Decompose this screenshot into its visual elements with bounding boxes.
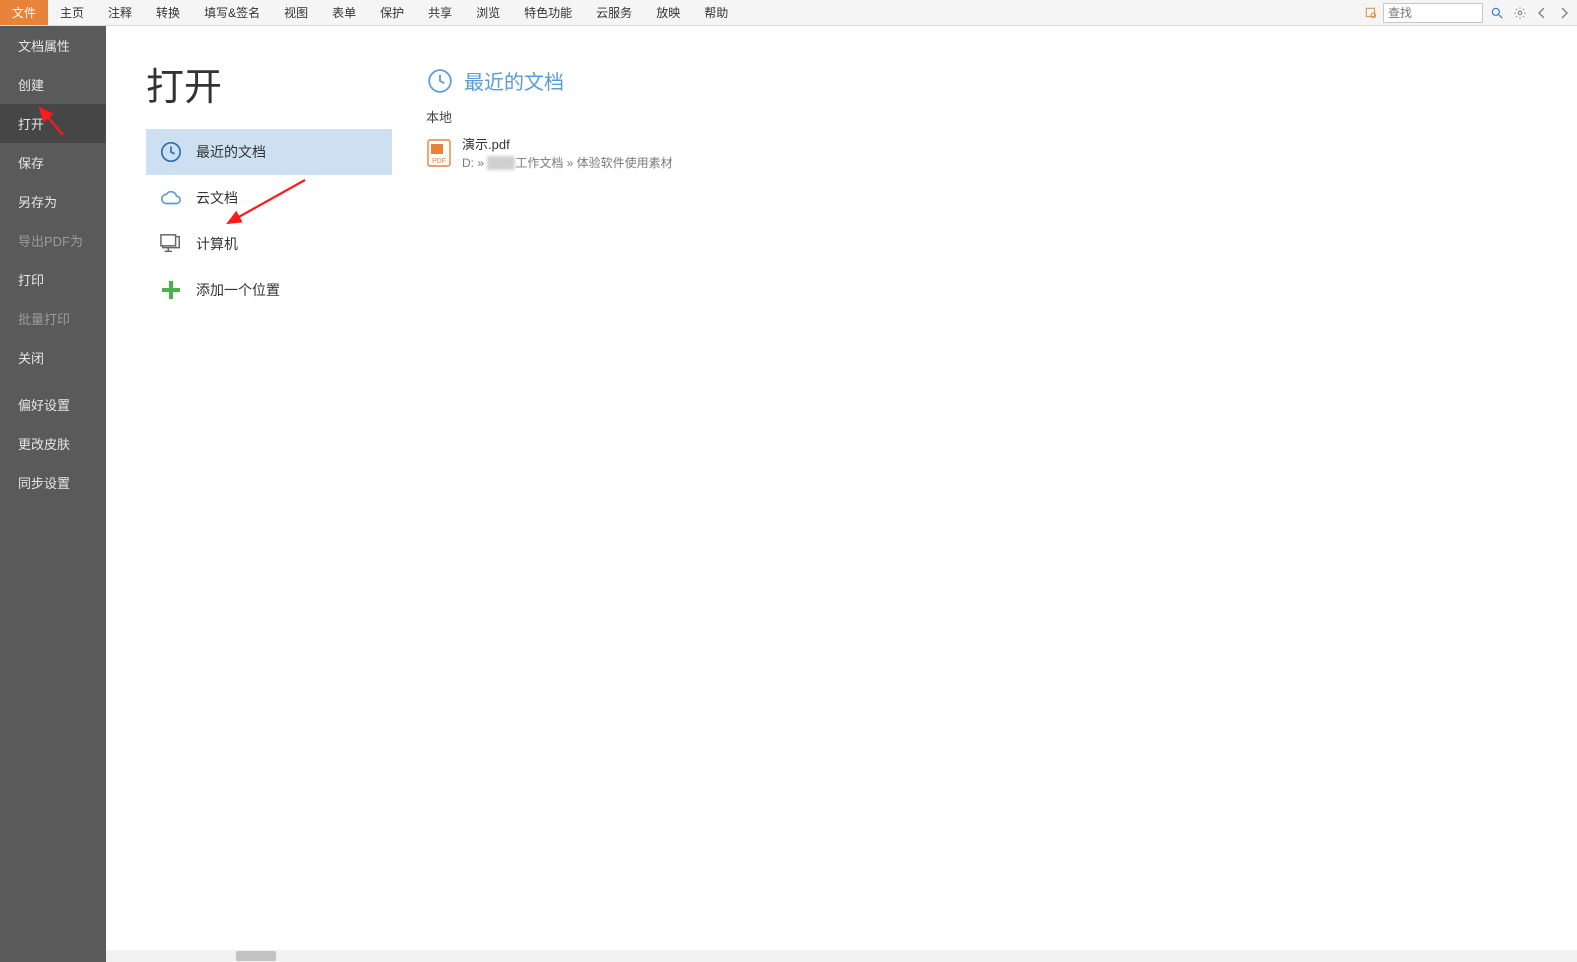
sidebar-item-2[interactable]: 打开: [0, 104, 106, 143]
file-sidebar: 文档属性创建打开保存另存为导出PDF为打印批量打印关闭偏好设置更改皮肤同步设置: [0, 26, 106, 962]
menu-tab-12[interactable]: 放映: [644, 0, 692, 25]
menu-tab-11[interactable]: 云服务: [584, 0, 644, 25]
sidebar-item-4[interactable]: 另存为: [0, 182, 106, 221]
clock-icon: [426, 67, 454, 95]
menu-tab-3[interactable]: 转换: [144, 0, 192, 25]
menu-tab-8[interactable]: 共享: [416, 0, 464, 25]
nav-back-icon[interactable]: [1533, 3, 1551, 23]
search-hint-icon: [1363, 5, 1379, 21]
search-input[interactable]: [1383, 3, 1483, 23]
sidebar-item-11[interactable]: 同步设置: [0, 463, 106, 502]
location-computer[interactable]: 计算机: [146, 221, 392, 267]
menu-tab-10[interactable]: 特色功能: [512, 0, 584, 25]
nav-forward-icon[interactable]: [1555, 3, 1573, 23]
location-label: 云文档: [196, 188, 238, 208]
menu-tab-6[interactable]: 表单: [320, 0, 368, 25]
menu-tab-2[interactable]: 注释: [96, 0, 144, 25]
sidebar-item-3[interactable]: 保存: [0, 143, 106, 182]
recent-documents-panel: 最近的文档 本地 PDF 演示.pdfD: » xx工作文档 » 体验软件使用素材: [392, 26, 1577, 962]
location-label: 计算机: [196, 234, 238, 254]
sidebar-item-8[interactable]: 关闭: [0, 338, 106, 377]
search-button[interactable]: [1487, 3, 1507, 23]
settings-icon[interactable]: [1511, 3, 1529, 23]
file-name: 演示.pdf: [462, 134, 673, 153]
sidebar-item-5: 导出PDF为: [0, 221, 106, 260]
menu-tab-1[interactable]: 主页: [48, 0, 96, 25]
menu-tab-7[interactable]: 保护: [368, 0, 416, 25]
file-list: PDF 演示.pdfD: » xx工作文档 » 体验软件使用素材: [426, 130, 1577, 175]
svg-text:PDF: PDF: [432, 158, 446, 165]
menu-tab-0[interactable]: 文件: [0, 0, 48, 25]
plus-icon: [160, 279, 182, 301]
horizontal-scrollbar[interactable]: [106, 950, 1577, 962]
menu-tab-4[interactable]: 填写&签名: [192, 0, 272, 25]
file-path: D: » xx工作文档 » 体验软件使用素材: [462, 154, 673, 171]
cloud-icon: [160, 187, 182, 209]
local-label: 本地: [426, 107, 1577, 126]
clock-icon: [160, 141, 182, 163]
open-locations-panel: 打开 最近的文档云文档计算机添加一个位置: [106, 26, 392, 962]
sidebar-item-6[interactable]: 打印: [0, 260, 106, 299]
menubar: 文件主页注释转换填写&签名视图表单保护共享浏览特色功能云服务放映帮助: [0, 0, 1577, 26]
sidebar-item-1[interactable]: 创建: [0, 65, 106, 104]
scrollbar-thumb[interactable]: [236, 951, 276, 961]
search-wrap: [1363, 0, 1577, 25]
menu-tab-13[interactable]: 帮助: [692, 0, 740, 25]
menu-tab-9[interactable]: 浏览: [464, 0, 512, 25]
sidebar-item-9[interactable]: 偏好设置: [0, 385, 106, 424]
computer-icon: [160, 233, 182, 255]
location-label: 添加一个位置: [196, 280, 280, 300]
location-cloud[interactable]: 云文档: [146, 175, 392, 221]
sidebar-item-7: 批量打印: [0, 299, 106, 338]
location-clock[interactable]: 最近的文档: [146, 129, 392, 175]
section-header: 最近的文档: [426, 66, 1577, 95]
recent-file-0[interactable]: PDF 演示.pdfD: » xx工作文档 » 体验软件使用素材: [426, 130, 1577, 175]
location-plus[interactable]: 添加一个位置: [146, 267, 392, 313]
sidebar-item-10[interactable]: 更改皮肤: [0, 424, 106, 463]
section-title: 最近的文档: [464, 66, 564, 95]
menu-tab-5[interactable]: 视图: [272, 0, 320, 25]
location-label: 最近的文档: [196, 142, 266, 162]
pdf-file-icon: PDF: [426, 138, 452, 168]
sidebar-item-0[interactable]: 文档属性: [0, 26, 106, 65]
location-list: 最近的文档云文档计算机添加一个位置: [146, 129, 392, 313]
page-title: 打开: [146, 56, 392, 111]
menubar-spacer: [740, 0, 1363, 25]
